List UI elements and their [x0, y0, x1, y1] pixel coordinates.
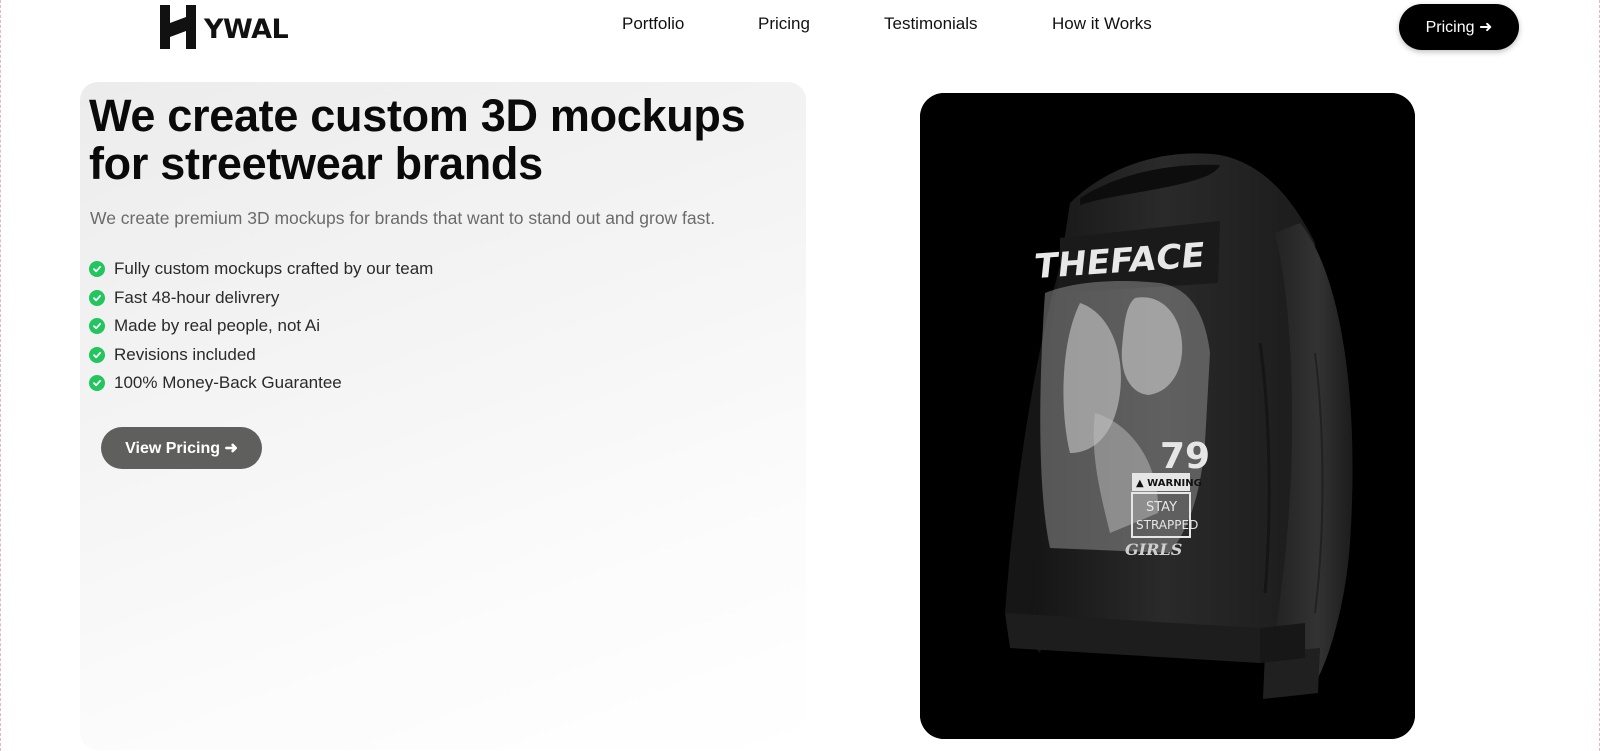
- view-pricing-button[interactable]: View Pricing ➜: [101, 427, 262, 469]
- print-number: 79: [1160, 436, 1210, 477]
- site-header: YWAL Portfolio Pricing Testimonials How …: [0, 0, 1600, 54]
- feature-item: Fully custom mockups crafted by our team: [89, 255, 433, 284]
- product-mockup-image: THEFACE 79 ▲ WARNING STAY STRAPPED GIRLS: [920, 93, 1415, 739]
- print-script-text: GIRLS: [1125, 540, 1182, 559]
- print-warning-label: ▲ WARNING: [1136, 478, 1202, 489]
- check-circle-icon: [89, 289, 105, 306]
- nav-link-testimonials[interactable]: Testimonials: [884, 14, 978, 34]
- feature-text: Made by real people, not Ai: [114, 316, 321, 336]
- check-circle-icon: [89, 318, 105, 335]
- hero-subtitle: We create premium 3D mockups for brands …: [90, 208, 716, 228]
- check-circle-icon: [89, 261, 105, 278]
- feature-item: Made by real people, not Ai: [89, 312, 433, 341]
- check-circle-icon: [89, 346, 105, 363]
- main-nav: Portfolio Pricing Testimonials How it Wo…: [0, 14, 1600, 38]
- feature-list: Fully custom mockups crafted by our team…: [89, 255, 433, 398]
- check-circle-icon: [89, 375, 105, 392]
- feature-text: 100% Money-Back Guarantee: [114, 373, 342, 393]
- header-pricing-button[interactable]: Pricing ➜: [1399, 4, 1519, 50]
- feature-item: Fast 48-hour delivrery: [89, 284, 433, 313]
- feature-text: Revisions included: [114, 344, 256, 364]
- page-edge-left: [0, 0, 1, 751]
- nav-link-portfolio[interactable]: Portfolio: [622, 14, 684, 34]
- feature-text: Fully custom mockups crafted by our team: [114, 259, 434, 279]
- hero-title: We create custom 3D mockups for streetwe…: [89, 90, 746, 189]
- nav-link-pricing[interactable]: Pricing: [758, 14, 810, 34]
- feature-item: 100% Money-Back Guarantee: [89, 369, 433, 398]
- nav-link-how-it-works[interactable]: How it Works: [1052, 14, 1152, 34]
- graphic-print: THEFACE 79 ▲ WARNING STAY STRAPPED GIRLS: [1032, 221, 1220, 559]
- feature-item: Revisions included: [89, 341, 433, 370]
- sweatshirt-illustration: THEFACE 79 ▲ WARNING STAY STRAPPED GIRLS: [920, 93, 1415, 739]
- feature-text: Fast 48-hour delivrery: [114, 287, 280, 307]
- print-sign-line2: STRAPPED: [1136, 518, 1198, 532]
- print-sign-line1: STAY: [1146, 500, 1177, 515]
